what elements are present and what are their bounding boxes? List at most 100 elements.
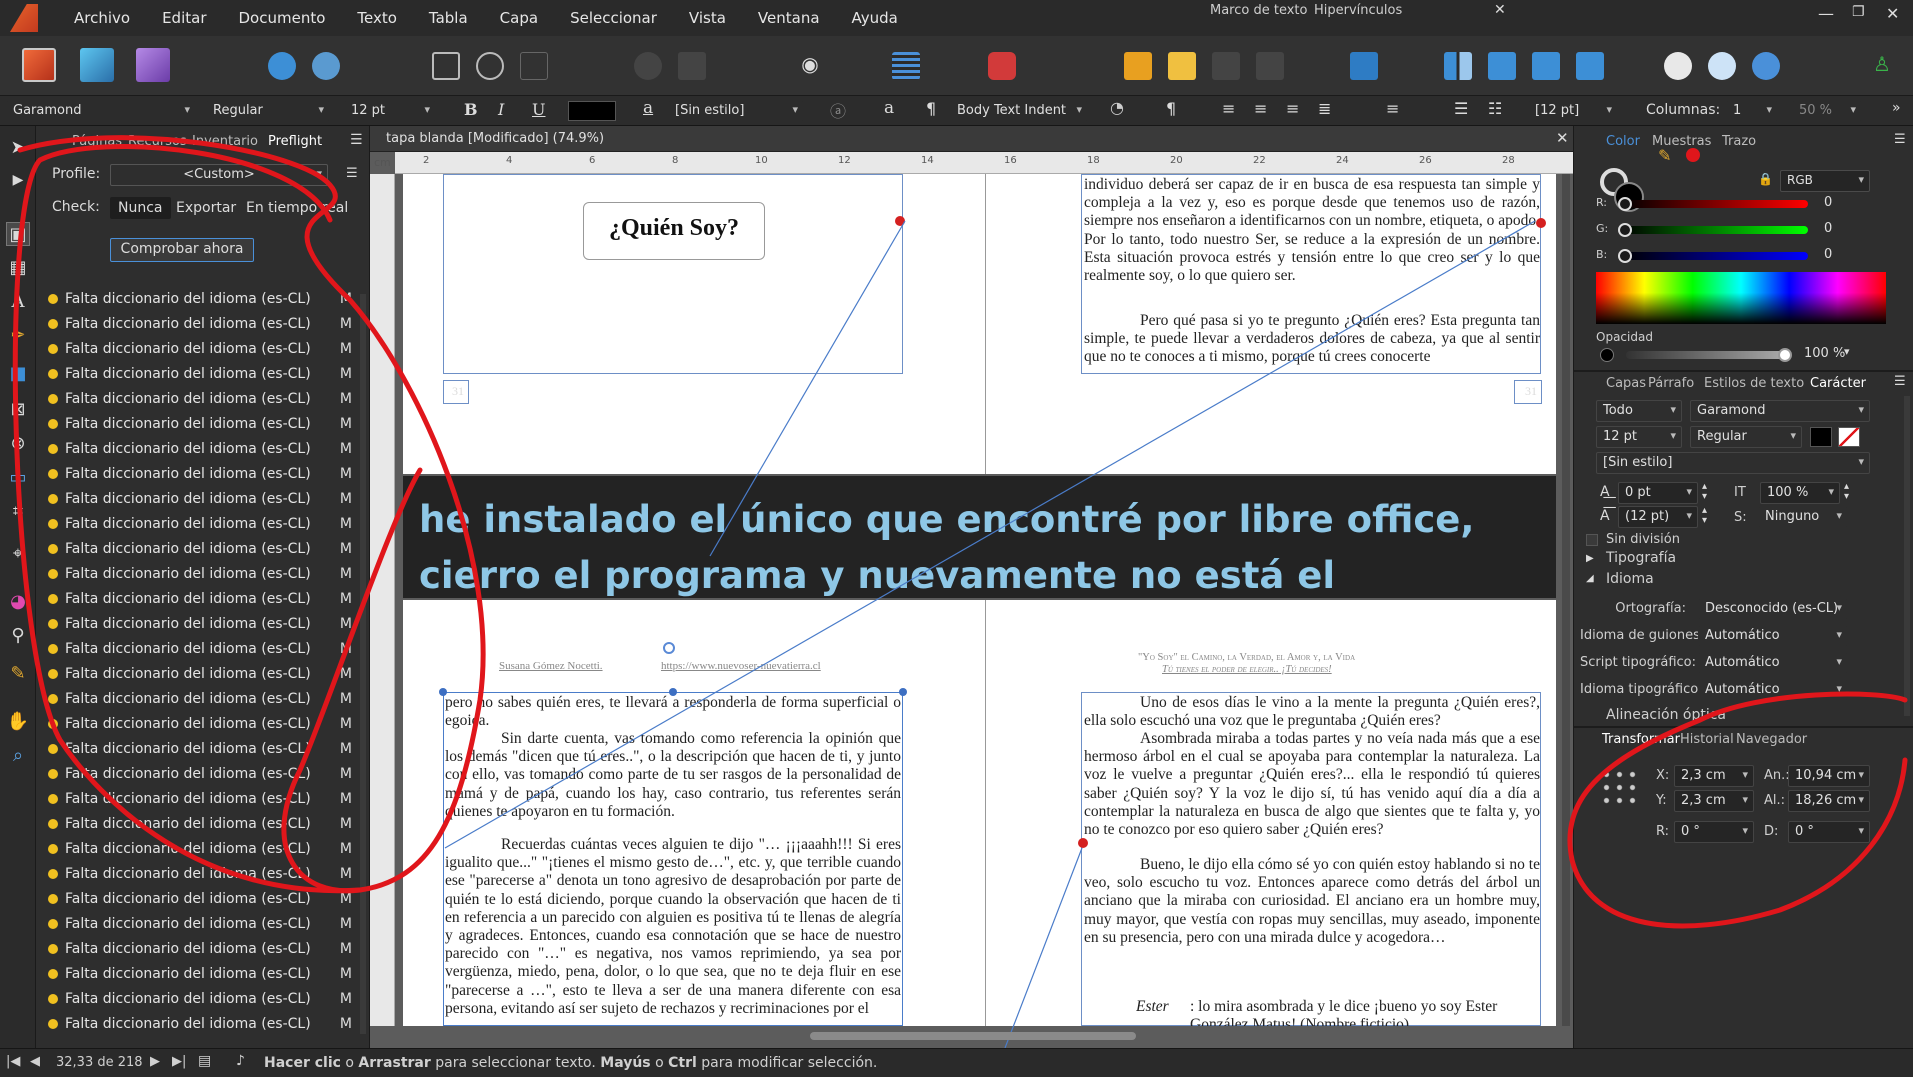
list-item[interactable]: Falta diccionario del idioma (es-CL) M (48, 486, 358, 511)
justify-icon[interactable]: ≣ (1318, 99, 1331, 118)
check-now-button[interactable]: Comprobar ahora (110, 238, 254, 262)
list-item[interactable]: Falta diccionario del idioma (es-CL) M (48, 611, 358, 636)
w-input[interactable]: 10,94 cm (1788, 765, 1870, 787)
bleed-icon[interactable] (520, 52, 548, 80)
tab-paginas[interactable]: Páginas (72, 134, 122, 149)
page-top-left[interactable]: ¿Quién Soy? 31 (403, 174, 986, 474)
leading-stepper-icon[interactable]: ▴ ▾ (1702, 506, 1707, 526)
panel-scrollbar[interactable] (1904, 396, 1910, 716)
text-color-swatch[interactable] (568, 101, 616, 121)
char-size-select[interactable]: 12 pt (1596, 426, 1682, 448)
list-item[interactable]: Falta diccionario del idioma (es-CL) M (48, 636, 358, 661)
check-tiempo-real-button[interactable]: En tiempo real (246, 200, 348, 216)
char-style-apply-button[interactable]: a (884, 98, 894, 118)
opacity-slider-knob[interactable] (1778, 348, 1792, 362)
b-value[interactable]: 0 (1818, 245, 1870, 267)
issue-list-scrollbar[interactable] (360, 294, 366, 1034)
underline-button[interactable]: U (532, 100, 545, 119)
list-item[interactable]: Falta diccionario del idioma (es-CL) M (48, 736, 358, 761)
list-item[interactable]: Falta diccionario del idioma (es-CL) M (48, 311, 358, 336)
pin-icon[interactable] (634, 52, 662, 80)
list-item[interactable]: Falta diccionario del idioma (es-CL) M (48, 986, 358, 1011)
green-slider-knob[interactable] (1618, 223, 1632, 237)
body-text[interactable]: Bueno, le dijo ella cómo sé yo con quién… (1084, 856, 1540, 948)
pen-tool-icon[interactable]: ✒ (6, 324, 30, 348)
tab-capas[interactable]: Capas (1606, 376, 1646, 391)
char-font-select[interactable]: Garamond (1690, 400, 1870, 422)
list-item[interactable]: Falta diccionario del idioma (es-CL) M (48, 861, 358, 886)
tab-caracter[interactable]: Carácter (1810, 376, 1866, 391)
list-item[interactable]: Falta diccionario del idioma (es-CL) M (48, 461, 358, 486)
body-text[interactable]: pero no sabes quién eres, te llevará a r… (445, 694, 901, 730)
para-style-select[interactable]: Body Text Indent (950, 100, 1088, 122)
tab-trazo[interactable]: Trazo (1722, 134, 1756, 149)
list-item[interactable]: Falta diccionario del idioma (es-CL) M (48, 411, 358, 436)
panel-menu-icon[interactable]: ☰ (1894, 374, 1906, 389)
menu-marco-de-texto[interactable]: Marco de texto (1210, 3, 1307, 18)
menu-tabla[interactable]: Tabla (413, 9, 484, 27)
vertical-ruler[interactable] (370, 174, 395, 1026)
rotate-left-icon[interactable] (1532, 52, 1560, 80)
share-icon[interactable] (268, 52, 296, 80)
flip-horizontal-icon[interactable] (1444, 52, 1472, 80)
font-style-select[interactable]: Regular (206, 100, 330, 122)
menu-hipervinculos[interactable]: Hipervínculos (1314, 3, 1402, 18)
menu-seleccionar[interactable]: Seleccionar (554, 9, 673, 27)
picture-frame-tool-icon[interactable]: ⊠ (6, 398, 30, 422)
typolang-select[interactable]: Automático (1698, 679, 1848, 701)
g-value[interactable]: 0 (1818, 219, 1870, 241)
publisher-persona-icon[interactable] (22, 48, 56, 82)
tab-recursos[interactable]: Recursos (128, 134, 187, 149)
spelling-select[interactable]: Desconocido (es-CL) (1698, 598, 1848, 620)
list-item[interactable]: Falta diccionario del idioma (es-CL) M (48, 711, 358, 736)
horizontal-scrollbar[interactable] (810, 1032, 1136, 1040)
flip-vertical-icon[interactable] (1488, 52, 1516, 80)
page-number-frame[interactable]: 31 (443, 380, 469, 404)
body-text[interactable]: Pero qué pasa si yo te pregunto ¿Quién e… (1084, 312, 1540, 368)
menu-capa[interactable]: Capa (484, 9, 554, 27)
chevron-right-icon[interactable]: ▶ (1586, 553, 1594, 564)
color-model-select[interactable]: RGB (1780, 170, 1870, 192)
prev-page-icon[interactable]: ◀ (30, 1054, 40, 1069)
horizontal-ruler[interactable]: 2 4 6 8 10 12 14 16 18 20 22 24 26 28 (395, 152, 1573, 174)
ellipse-frame-tool-icon[interactable]: ⊗ (6, 432, 30, 456)
frame-text-tool-icon[interactable]: ▣ (6, 222, 30, 246)
profile-select[interactable]: <Custom> (110, 164, 328, 186)
close-document-icon[interactable]: ✕ (1556, 129, 1569, 147)
clear-para-style-icon[interactable]: ◔ (1110, 98, 1124, 117)
bullet-list-icon[interactable]: ☰ (1454, 99, 1468, 118)
blue-slider[interactable] (1622, 252, 1808, 260)
boolean-intersect-icon[interactable] (1752, 52, 1780, 80)
y-input[interactable]: 2,3 cm (1674, 790, 1754, 812)
font-family-select[interactable]: Garamond (6, 100, 196, 122)
selection-handle[interactable] (663, 642, 675, 654)
vertical-align-icon[interactable]: ≡ (1386, 99, 1399, 118)
tab-transformar[interactable]: Transformar (1602, 732, 1680, 747)
section-language[interactable]: Idioma (1606, 571, 1654, 587)
no-break-checkbox[interactable] (1586, 534, 1598, 546)
green-slider[interactable] (1622, 226, 1808, 234)
tracking-stepper-icon[interactable]: ▴ ▾ (1702, 482, 1707, 502)
shape-tool-icon[interactable]: ■ (6, 362, 30, 386)
photo-persona-icon[interactable] (136, 48, 170, 82)
list-item[interactable]: Falta diccionario del idioma (es-CL) M (48, 361, 358, 386)
anchor-handle[interactable] (895, 216, 905, 226)
document-tab-title[interactable]: tapa blanda [Modificado] (74.9%) (386, 131, 604, 146)
blue-slider-knob[interactable] (1618, 249, 1632, 263)
menu-ventana[interactable]: Ventana (742, 9, 836, 27)
node-tool-icon[interactable]: ▶ (6, 168, 30, 192)
tracking-input[interactable]: 0 pt (1618, 482, 1698, 504)
list-item[interactable]: Falta diccionario del idioma (es-CL) M (48, 811, 358, 836)
scale-input[interactable]: 100 % (1760, 482, 1840, 504)
menu-editar[interactable]: Editar (146, 9, 222, 27)
color-spectrum[interactable] (1596, 272, 1886, 324)
eyedropper-icon[interactable]: ✎ (1658, 146, 1671, 165)
page-number-frame[interactable]: 31 (1514, 380, 1542, 404)
artistic-text-tool-icon[interactable]: A (6, 290, 30, 314)
fill-tool-icon[interactable]: ◕ (6, 590, 30, 614)
restore-icon[interactable]: ❐ (1852, 4, 1865, 20)
list-item[interactable]: Falta diccionario del idioma (es-CL) M (48, 586, 358, 611)
heading-box[interactable]: ¿Quién Soy? (583, 202, 765, 260)
window-close-icon[interactable]: ✕ (1886, 4, 1899, 23)
char-style-select[interactable]: [Sin estilo] (668, 100, 804, 122)
